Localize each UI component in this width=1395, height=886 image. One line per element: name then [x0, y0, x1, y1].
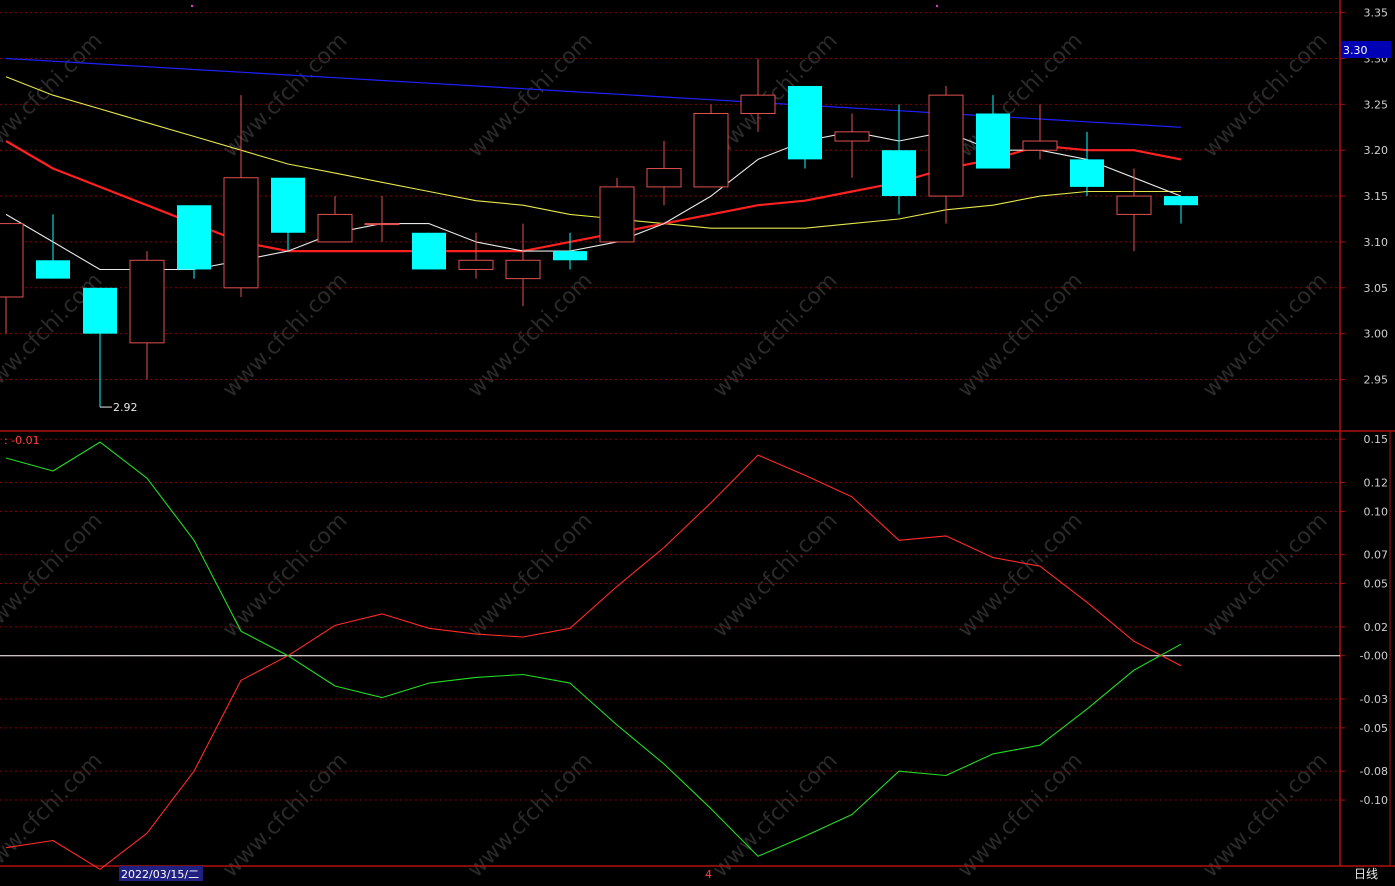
- date-tag-label: 2022/03/15/二: [121, 868, 199, 881]
- osc-tick-label: -0.03: [1360, 693, 1388, 706]
- kline-chart[interactable]: www.cfchi.com www.cfchi.com www.cfchi.com w…: [0, 0, 1395, 883]
- osc-tick-label: -0.05: [1360, 722, 1388, 735]
- osc-tick-label: 0.10: [1364, 505, 1389, 518]
- osc-tick-label: -0.10: [1360, 794, 1388, 807]
- candle-body-down[interactable]: [553, 251, 587, 261]
- osc-tick-label: 0.02: [1364, 621, 1389, 634]
- candle-body-up[interactable]: [364, 223, 400, 226]
- candle-body-up[interactable]: [693, 113, 729, 188]
- osc-tick-label: 0.07: [1364, 549, 1389, 562]
- osc-header-value: : -0.01: [4, 434, 40, 447]
- candle-body-up[interactable]: [223, 177, 259, 289]
- candle-body-up[interactable]: [928, 94, 964, 197]
- candle-body-up[interactable]: [599, 186, 635, 243]
- candle-body-down[interactable]: [1164, 196, 1198, 206]
- low-price-annotation: 2.92: [113, 401, 138, 414]
- osc-tick-label: -0.08: [1360, 765, 1388, 778]
- price-tick-label: 3.25: [1364, 98, 1389, 111]
- price-tick-label: 3.00: [1364, 328, 1389, 341]
- candle-body-down[interactable]: [36, 260, 70, 279]
- candle-body-up[interactable]: [740, 94, 776, 115]
- candle-body-up[interactable]: [0, 223, 24, 298]
- candle-body-up[interactable]: [317, 213, 353, 243]
- candle-body-down[interactable]: [882, 150, 916, 197]
- candle-body-down[interactable]: [1070, 159, 1104, 187]
- candle-body-down[interactable]: [83, 287, 117, 334]
- current-price-tag-label: 3.30: [1343, 44, 1368, 57]
- candle-body-up[interactable]: [834, 131, 870, 142]
- candle-body-up[interactable]: [1116, 195, 1152, 215]
- osc-tick-label: -0.00: [1360, 650, 1388, 663]
- candle-body-up[interactable]: [129, 259, 165, 344]
- price-tick-label: 3.10: [1364, 236, 1389, 249]
- marker-dot: [935, 4, 939, 8]
- price-tick-label: 3.20: [1364, 144, 1389, 157]
- candle-body-up[interactable]: [505, 259, 541, 280]
- osc-tick-label: 0.15: [1364, 433, 1389, 446]
- osc-tick-label: 0.12: [1364, 477, 1389, 490]
- price-tick-label: 2.95: [1364, 374, 1389, 387]
- candle-body-down[interactable]: [271, 177, 305, 233]
- price-tick-label: 3.05: [1364, 282, 1389, 295]
- candle-body-up[interactable]: [1022, 140, 1058, 151]
- osc-tick-label: 0.05: [1364, 578, 1389, 591]
- candle-body-up[interactable]: [646, 168, 682, 188]
- price-tick-label: 3.15: [1364, 190, 1389, 203]
- period-label[interactable]: 日线: [1354, 867, 1378, 881]
- candle-body-down[interactable]: [177, 205, 211, 270]
- marker-dot: [190, 4, 194, 8]
- candle-body-down[interactable]: [976, 113, 1010, 169]
- candle-body-up[interactable]: [458, 259, 494, 270]
- month-marker: 4: [705, 868, 712, 881]
- candle-body-down[interactable]: [788, 85, 822, 160]
- price-tick-label: 3.35: [1364, 7, 1389, 20]
- chart-canvas[interactable]: www.cfchi.com www.cfchi.com www.cfchi.com w…: [0, 0, 1395, 883]
- candle-body-down[interactable]: [412, 232, 446, 270]
